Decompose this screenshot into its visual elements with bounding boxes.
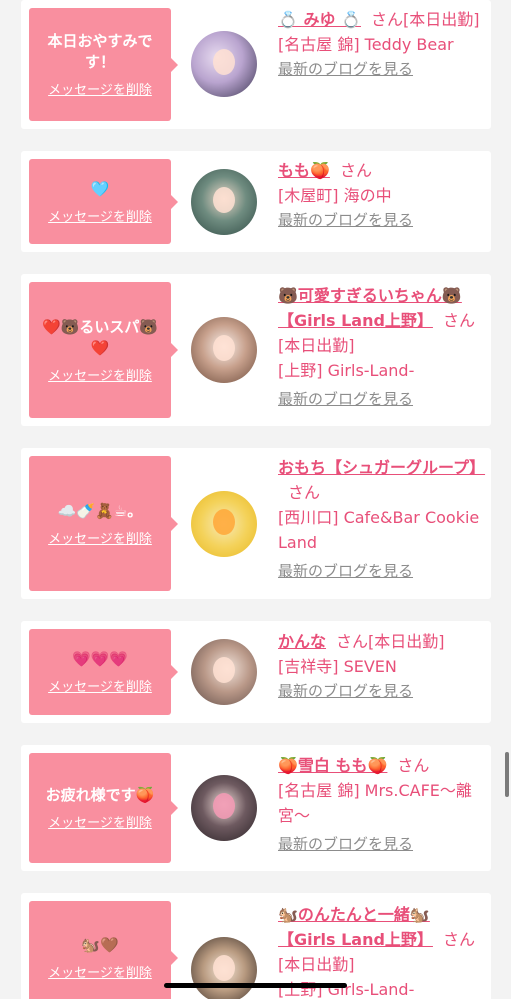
avatar[interactable]	[191, 31, 257, 97]
cast-info: おもち【シュガーグループ】さん [西川口] Cafe&Bar Cookie La…	[278, 455, 485, 584]
cast-card: 🩵 メッセージを削除 もも🍑 さん [木屋町] 海の中 最新のブログを見る	[21, 151, 491, 252]
cast-name-link[interactable]: 🍑雪白 もも🍑	[278, 756, 387, 775]
message-text: 🩵	[90, 179, 110, 198]
attendance-status: [本日出勤]	[278, 955, 355, 974]
avatar[interactable]	[191, 491, 257, 557]
cast-info: もも🍑 さん [木屋町] 海の中 最新のブログを見る	[278, 158, 483, 233]
message-bubble: 🩵 メッセージを削除	[29, 159, 178, 244]
avatar[interactable]	[191, 639, 257, 705]
delete-message-link[interactable]: メッセージを削除	[48, 79, 152, 98]
avatar[interactable]	[191, 937, 257, 999]
cast-info: かんな さん[本日出勤] [吉祥寺] SEVEN 最新のブログを見る	[278, 629, 483, 704]
avatar[interactable]	[191, 775, 257, 841]
cast-card: ❤️🐻るいスパ🐻❤️ メッセージを削除 🐻可愛すぎるいちゃん🐻【Girls La…	[21, 274, 491, 426]
san-label: さん	[288, 483, 321, 502]
avatar[interactable]	[191, 169, 257, 235]
cast-card: ☁️🍼🧸☕。 メッセージを削除 おもち【シュガーグループ】さん [西川口] Ca…	[21, 448, 491, 599]
store-label: [名古屋 錦] Mrs.CAFE〜離宮〜	[278, 781, 472, 825]
store-label: [上野] Girls-Land-	[278, 980, 415, 999]
attendance-status: [本日出勤]	[403, 10, 480, 29]
message-bubble: 本日おやすみです！ メッセージを削除	[29, 8, 178, 121]
latest-blog-link[interactable]: 最新のブログを見る	[278, 208, 483, 233]
latest-blog-link[interactable]: 最新のブログを見る	[278, 832, 483, 857]
cast-name-link[interactable]: かんな	[278, 632, 326, 651]
san-label: さん	[371, 10, 404, 29]
store-label: [上野] Girls-Land-	[278, 361, 415, 380]
message-text: ☁️🍼🧸☕。	[57, 501, 143, 520]
delete-message-link[interactable]: メッセージを削除	[48, 812, 152, 831]
cast-card: 本日おやすみです！ メッセージを削除 💍 みゆ 💍 さん[本日出勤] [名古屋 錦…	[21, 0, 491, 129]
delete-message-link[interactable]: メッセージを削除	[48, 676, 152, 695]
san-label: さん	[397, 756, 430, 775]
message-bubble: ❤️🐻るいスパ🐻❤️ メッセージを削除	[29, 282, 178, 418]
latest-blog-link[interactable]: 最新のブログを見る	[278, 387, 483, 412]
san-label: さん	[336, 632, 369, 651]
latest-blog-link[interactable]: 最新のブログを見る	[278, 559, 483, 584]
san-label: さん	[339, 161, 372, 180]
message-text: 本日おやすみです！	[47, 32, 153, 71]
cast-info: 🐻可愛すぎるいちゃん🐻【Girls Land上野】 さん [本日出勤] [上野] …	[278, 283, 483, 412]
attendance-status: [本日出勤]	[278, 336, 355, 355]
message-text: 🐿️🤎	[81, 936, 119, 954]
message-text: お疲れ様です🍑	[45, 786, 155, 804]
message-bubble: 💗💗💗 メッセージを削除	[29, 629, 178, 715]
cast-name-link[interactable]: 🐻可愛すぎるいちゃん🐻【Girls Land上野】	[278, 286, 462, 330]
cast-name-link[interactable]: 🐿️のんたんと一緒🐿️【Girls Land上野】	[278, 905, 433, 949]
cast-card: 💗💗💗 メッセージを削除 かんな さん[本日出勤] [吉祥寺] SEVEN 最新の…	[21, 621, 491, 723]
message-text: ❤️🐻るいスパ🐻❤️	[41, 317, 159, 357]
message-bubble: 🐿️🤎 メッセージを削除	[29, 901, 178, 999]
message-text: 💗💗💗	[71, 650, 129, 668]
delete-message-link[interactable]: メッセージを削除	[48, 365, 152, 384]
scrollbar[interactable]	[505, 752, 509, 797]
latest-blog-link[interactable]: 最新のブログを見る	[278, 679, 483, 704]
store-label: [吉祥寺] SEVEN	[278, 657, 397, 676]
latest-blog-link[interactable]: 最新のブログを見る	[278, 57, 483, 82]
cast-name-link[interactable]: もも🍑	[278, 161, 330, 180]
home-indicator[interactable]	[164, 983, 347, 988]
cast-name-link[interactable]: 💍 みゆ 💍	[278, 10, 361, 29]
store-label: [西川口] Cafe&Bar Cookie Land	[278, 508, 480, 552]
cast-name-link[interactable]: おもち【シュガーグループ】	[278, 458, 485, 477]
message-bubble: ☁️🍼🧸☕。 メッセージを削除	[29, 456, 178, 591]
store-label: [木屋町] 海の中	[278, 186, 392, 205]
avatar[interactable]	[191, 317, 257, 383]
cast-info: 🍑雪白 もも🍑 さん [名古屋 錦] Mrs.CAFE〜離宮〜 最新のブログを見る	[278, 753, 483, 857]
delete-message-link[interactable]: メッセージを削除	[48, 206, 152, 225]
store-label: [名古屋 錦] Teddy Bear	[278, 35, 454, 54]
attendance-status: [本日出勤]	[368, 632, 445, 651]
san-label: さん	[442, 311, 475, 330]
delete-message-link[interactable]: メッセージを削除	[48, 528, 152, 547]
cast-card: お疲れ様です🍑 メッセージを削除 🍑雪白 もも🍑 さん [名古屋 錦] Mrs.C…	[21, 745, 491, 871]
cast-info: 💍 みゆ 💍 さん[本日出勤] [名古屋 錦] Teddy Bear 最新のブログ…	[278, 7, 483, 82]
message-bubble: お疲れ様です🍑 メッセージを削除	[29, 753, 178, 863]
san-label: さん	[442, 930, 475, 949]
delete-message-link[interactable]: メッセージを削除	[48, 962, 152, 981]
